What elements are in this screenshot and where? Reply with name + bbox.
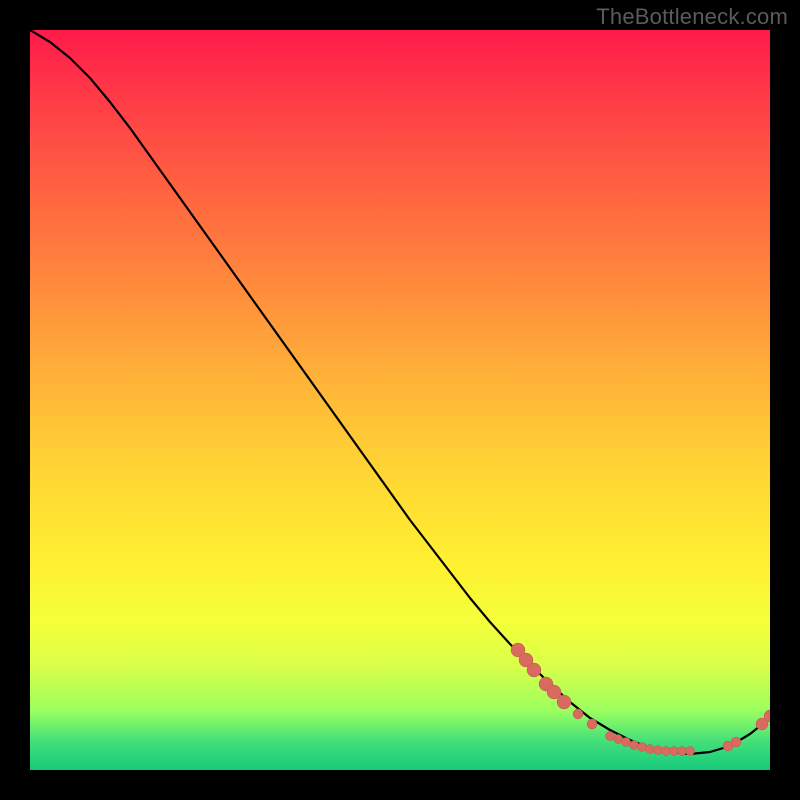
data-dot: [670, 747, 679, 756]
data-dot: [587, 719, 597, 729]
bottleneck-curve: [30, 30, 770, 754]
data-dot: [646, 745, 655, 754]
curve-layer: [30, 30, 770, 770]
watermark-text: TheBottleneck.com: [596, 4, 788, 30]
data-dot: [614, 735, 623, 744]
data-dots: [511, 643, 770, 756]
data-dot: [557, 695, 571, 709]
data-dot: [662, 747, 671, 756]
data-dot: [638, 743, 647, 752]
data-dot: [622, 738, 631, 747]
data-dot: [686, 747, 695, 756]
plot-area: [30, 30, 770, 770]
data-dot: [527, 663, 541, 677]
data-dot: [573, 709, 583, 719]
data-dot: [630, 741, 639, 750]
data-dot: [606, 732, 615, 741]
data-dot: [731, 737, 741, 747]
data-dot: [678, 747, 687, 756]
chart-frame: TheBottleneck.com: [0, 0, 800, 800]
data-dot: [654, 746, 663, 755]
